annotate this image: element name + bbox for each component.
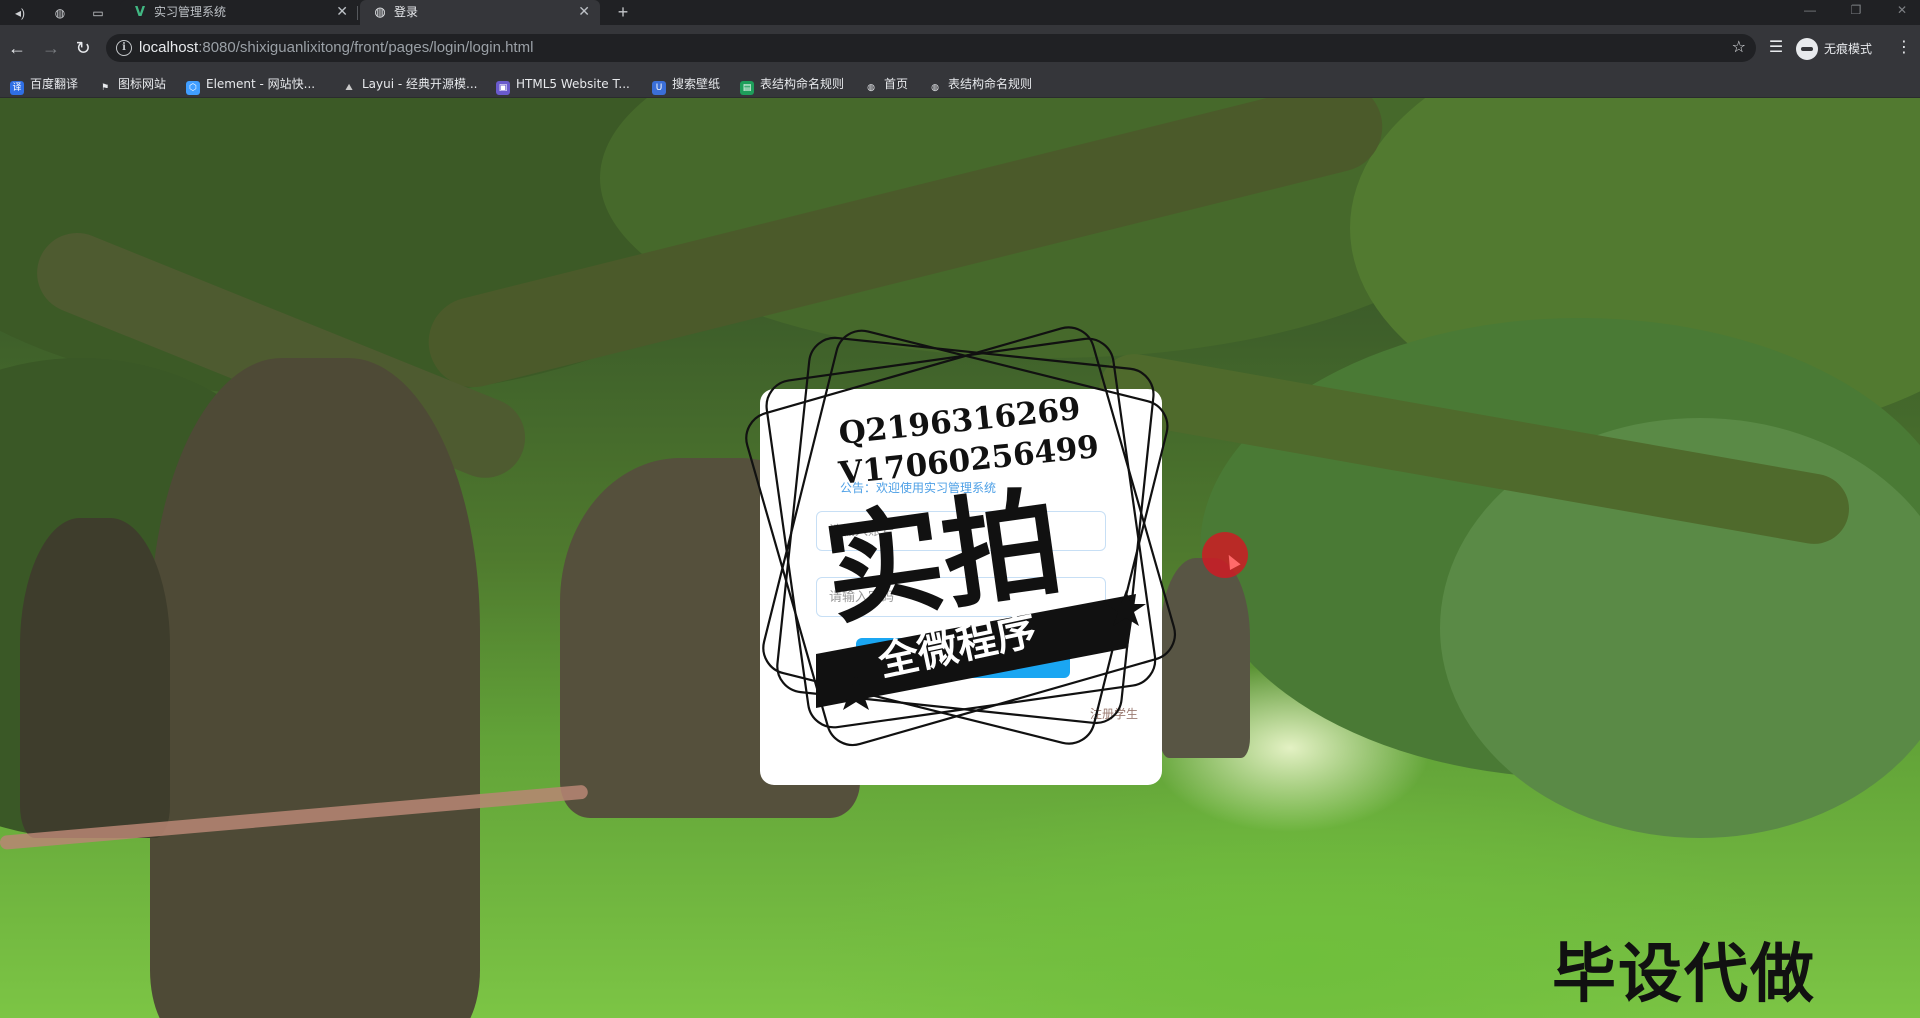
window-close-icon[interactable]: ✕ [1888, 0, 1916, 20]
tab-search-icon[interactable]: ▭ [88, 3, 108, 23]
login-button[interactable]: 登录 [856, 638, 1070, 678]
globe-icon: ◍ [867, 83, 875, 93]
username-field[interactable] [816, 511, 1106, 551]
reading-list-icon[interactable]: ☰ [1764, 37, 1788, 59]
element-icon: ⬡ [186, 81, 200, 95]
watermark-bottom-text: 毕设代做 [1552, 938, 1816, 1012]
close-icon[interactable]: ✕ [336, 0, 348, 25]
incognito-indicator[interactable]: 无痕模式 [1796, 36, 1872, 60]
bookmark-icon-site[interactable]: ⚑ 图标网站 [98, 71, 166, 98]
login-card: 公告：欢迎使用实习管理系统 登录 注册学生 [760, 389, 1162, 785]
close-icon[interactable]: ✕ [578, 0, 590, 25]
login-page: 公告：欢迎使用实习管理系统 登录 注册学生 Q2196316269 V17060… [0, 98, 1920, 1018]
browser-toolbar: ← → ↻ i localhost:8080/shixiguanlixitong… [0, 25, 1920, 71]
register-student-link[interactable]: 注册学生 [1090, 705, 1138, 722]
bookmark-home[interactable]: ◍ 首页 [864, 71, 908, 98]
vue-logo-icon: V [134, 5, 146, 20]
bookmark-star-icon[interactable]: ☆ [1732, 34, 1746, 62]
password-field[interactable] [816, 577, 1106, 617]
html5-icon: ▣ [496, 81, 510, 95]
username-input[interactable] [817, 512, 1105, 550]
layui-icon: ⛰ [345, 83, 353, 93]
tree-trunk [20, 518, 170, 838]
url-text[interactable]: localhost:8080/shixiguanlixitong/front/p… [139, 34, 533, 62]
bookmark-html5[interactable]: ▣ HTML5 Website T... [496, 71, 630, 98]
info-icon[interactable]: i [116, 40, 132, 56]
tab-title: 实习管理系统 [154, 5, 227, 19]
globe-icon[interactable]: ◍ [50, 3, 70, 23]
incognito-icon [1796, 37, 1818, 60]
tab-strip: ◂) ◍ ▭ V 实习管理系统 ✕ ◍ 登录 ✕ + — ❐ ✕ [0, 0, 1920, 25]
flag-icon: ⚑ [100, 83, 110, 93]
globe-icon: ◍ [931, 83, 939, 93]
bookmark-wallpaper[interactable]: U 搜索壁纸 [652, 71, 720, 98]
tab-shixi-system[interactable]: V 实习管理系统 ✕ [120, 0, 358, 25]
bookmark-table-naming-2[interactable]: ◍ 表结构命名规则 [928, 71, 1032, 98]
address-bar[interactable]: i localhost:8080/shixiguanlixitong/front… [106, 34, 1756, 62]
forward-button[interactable]: → [38, 35, 64, 61]
bookmark-layui[interactable]: ⛰ Layui - 经典开源模... [342, 71, 477, 98]
password-input[interactable] [817, 578, 1105, 616]
tab-login[interactable]: ◍ 登录 ✕ [360, 0, 600, 25]
sheet-icon: ▤ [740, 81, 754, 95]
reload-button[interactable]: ↻ [70, 35, 96, 61]
bookmarks-bar: 译百度翻译 ⚑ 图标网站 ⬡ Element - 网站快... ⛰ Layui - 经… [0, 71, 1920, 98]
baidu-translate-icon: 译 [10, 81, 24, 95]
notice-text: 公告：欢迎使用实习管理系统 [840, 481, 997, 495]
speaker-icon[interactable]: ◂) [10, 3, 30, 23]
new-tab-button[interactable]: + [612, 1, 634, 23]
globe-icon: ◍ [374, 5, 386, 20]
wallpaper-icon: U [652, 81, 666, 95]
tree-trunk [150, 358, 480, 1018]
restore-icon[interactable]: ❐ [1842, 0, 1870, 20]
bookmark-element[interactable]: ⬡ Element - 网站快... [186, 71, 315, 98]
tab-title: 登录 [394, 5, 419, 19]
back-button[interactable]: ← [4, 35, 30, 61]
menu-kebab-icon[interactable]: ⋮ [1894, 37, 1914, 59]
tree-trunk [1160, 558, 1250, 758]
bookmark-baidu-translate[interactable]: 译百度翻译 [10, 71, 78, 98]
tab-separator [357, 6, 358, 20]
bookmark-table-naming[interactable]: ▤ 表结构命名规则 [740, 71, 844, 98]
minimize-icon[interactable]: — [1796, 0, 1824, 20]
cursor-highlight [1202, 532, 1248, 578]
